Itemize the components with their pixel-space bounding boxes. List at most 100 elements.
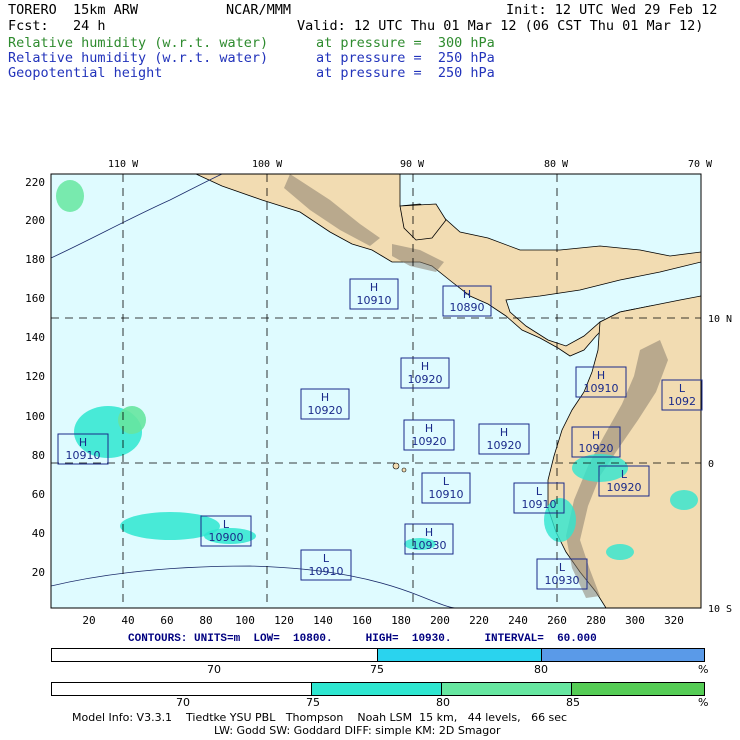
humidity-blob-nw	[56, 180, 84, 212]
hl-value: 10900	[209, 531, 244, 544]
x-tick: 20	[82, 614, 95, 627]
hl-type: H	[463, 288, 471, 301]
x-tick: 140	[313, 614, 333, 627]
lat-label-10s: 10 S	[708, 604, 732, 615]
x-tick: 320	[664, 614, 684, 627]
hl-type: L	[443, 475, 450, 488]
x-tick: 260	[547, 614, 567, 627]
humidity-blob-west-core	[118, 406, 146, 434]
x-tick: 100	[235, 614, 255, 627]
lat-label-0: 0	[708, 459, 714, 470]
colorbar-green-label-pct: %	[698, 696, 709, 709]
lon-label-80w: 80 W	[544, 159, 569, 170]
colorbar-green-label-85: 85	[566, 696, 580, 709]
hl-value: 10930	[412, 539, 447, 552]
hl-value: 1092	[668, 395, 696, 408]
x-tick: 80	[199, 614, 212, 627]
colorbar-green	[51, 682, 705, 696]
galapagos-island-2	[401, 467, 407, 473]
colorbar-blue-seg-3	[542, 649, 704, 661]
weather-map: 110 W 100 W 90 W 80 W 70 W 10 N 0 10 S 2…	[25, 159, 732, 627]
hl-value: 10920	[308, 404, 343, 417]
x-tick: 120	[274, 614, 294, 627]
colorbar-blue-label-pct: %	[698, 663, 709, 676]
colorbar-green-label-75: 75	[306, 696, 320, 709]
colorbar-blue-label-70: 70	[207, 663, 221, 676]
y-tick: 120	[25, 370, 45, 383]
hl-type: H	[500, 426, 508, 439]
lon-label-110w: 110 W	[108, 159, 139, 170]
y-tick: 180	[25, 253, 45, 266]
hl-type: L	[559, 561, 566, 574]
hl-type: L	[679, 382, 686, 395]
colorbar-green-seg-3	[442, 683, 572, 695]
humidity-blob-east	[670, 490, 698, 510]
hl-value: 10910	[357, 294, 392, 307]
y-tick: 100	[25, 410, 45, 423]
colorbar-blue-seg-2	[378, 649, 542, 661]
x-tick: 240	[508, 614, 528, 627]
hl-type: H	[321, 391, 329, 404]
hl-value: 10890	[450, 301, 485, 314]
hl-value: 10910	[309, 565, 344, 578]
colorbar-green-label-80: 80	[436, 696, 450, 709]
y-tick: 160	[25, 292, 45, 305]
model-info-line: Model Info: V3.3.1 Tiedtke YSU PBL Thomp…	[72, 711, 568, 724]
lon-label-70w: 70 W	[688, 159, 713, 170]
bottom-axis-ticks: 20 40 60 80 100 120 140 160 180 200 220 …	[82, 614, 684, 627]
hl-type: L	[621, 468, 628, 481]
y-tick: 80	[32, 449, 45, 462]
hl-type: L	[323, 552, 330, 565]
x-tick: 220	[469, 614, 489, 627]
hl-value: 10920	[607, 481, 642, 494]
hl-type: L	[223, 518, 230, 531]
hl-type: H	[597, 369, 605, 382]
contours-info: CONTOURS: UNITS=m LOW= 10800. HIGH= 1093…	[128, 633, 597, 645]
lon-label-100w: 100 W	[252, 159, 283, 170]
x-tick: 180	[391, 614, 411, 627]
colorbar-green-label-70: 70	[176, 696, 190, 709]
colorbar-green-seg-1	[52, 683, 312, 695]
colorbar-blue-label-75: 75	[370, 663, 384, 676]
y-tick: 140	[25, 331, 45, 344]
x-tick: 160	[352, 614, 372, 627]
colorbar-green-seg-4	[572, 683, 704, 695]
humidity-blob-coast	[572, 454, 628, 482]
x-tick: 200	[430, 614, 450, 627]
colorbar-green-seg-2	[312, 683, 442, 695]
x-tick: 60	[160, 614, 173, 627]
colorbar-blue-seg-1	[52, 649, 378, 661]
hl-type: H	[425, 526, 433, 539]
hl-value: 10920	[408, 373, 443, 386]
hl-value: 10920	[579, 442, 614, 455]
x-tick: 280	[586, 614, 606, 627]
y-tick: 220	[25, 176, 45, 189]
x-tick: 40	[121, 614, 134, 627]
hl-value: 10930	[545, 574, 580, 587]
y-tick: 200	[25, 214, 45, 227]
hl-value: 10920	[412, 435, 447, 448]
colorbar-blue	[51, 648, 705, 662]
x-tick: 300	[625, 614, 645, 627]
hl-type: H	[421, 360, 429, 373]
humidity-blob-peru	[606, 544, 634, 560]
hl-type: H	[425, 422, 433, 435]
hl-value: 10910	[429, 488, 464, 501]
y-tick: 40	[32, 527, 45, 540]
hl-value: 10910	[584, 382, 619, 395]
lat-label-10n: 10 N	[708, 314, 732, 325]
hl-value: 10910	[66, 449, 101, 462]
hl-value: 10910	[522, 498, 557, 511]
hl-type: H	[79, 436, 87, 449]
model-physics-line: LW: Godd SW: Goddard DIFF: simple KM: 2D…	[214, 724, 501, 737]
hl-type: H	[370, 281, 378, 294]
hl-type: L	[536, 485, 543, 498]
y-tick: 20	[32, 566, 45, 579]
lon-label-90w: 90 W	[400, 159, 425, 170]
colorbar-blue-label-80: 80	[534, 663, 548, 676]
y-tick: 60	[32, 488, 45, 501]
hl-value: 10920	[487, 439, 522, 452]
hl-type: H	[592, 429, 600, 442]
galapagos-island-1	[392, 462, 400, 470]
left-axis-ticks: 220 200 180 160 140 120 100 80 60 40 20	[25, 176, 45, 579]
